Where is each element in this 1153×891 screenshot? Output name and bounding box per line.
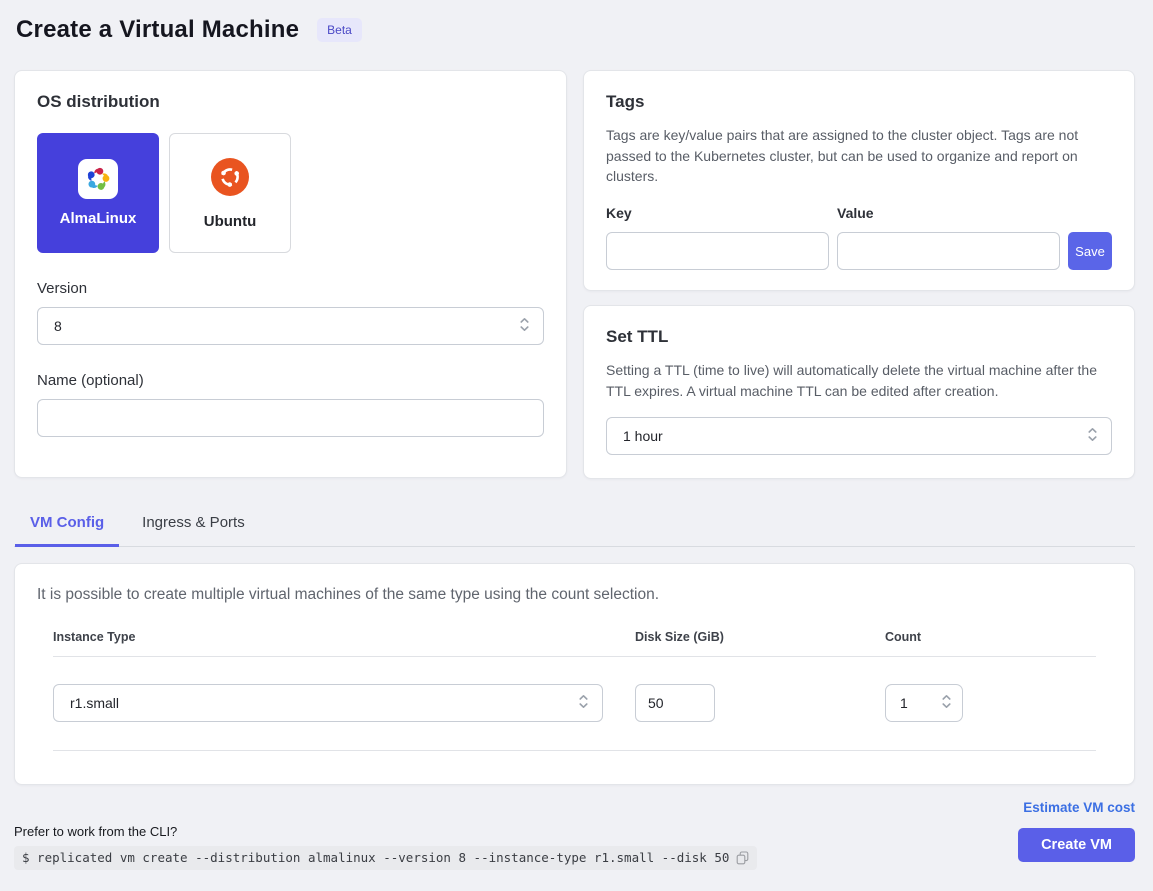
tab-vm-config[interactable]: VM Config (15, 506, 119, 547)
cli-command-text: $ replicated vm create --distribution al… (22, 850, 729, 865)
beta-badge: Beta (317, 18, 362, 42)
os-tile-label: AlmaLinux (60, 210, 137, 227)
ttl-card-title: Set TTL (606, 327, 1112, 347)
save-tag-button[interactable]: Save (1068, 232, 1112, 270)
disk-size-input[interactable] (635, 684, 715, 722)
cli-block: Prefer to work from the CLI? $ replicate… (14, 824, 757, 870)
cli-command-pill: $ replicated vm create --distribution al… (14, 846, 757, 870)
page: Create a Virtual Machine Beta OS distrib… (0, 0, 1153, 870)
column-disk-size: Disk Size (GiB) (635, 630, 885, 644)
tags-description: Tags are key/value pairs that are assign… (606, 125, 1112, 187)
vm-name-input[interactable] (37, 399, 544, 437)
version-label: Version (37, 280, 544, 297)
copy-icon[interactable] (736, 851, 749, 865)
os-tile-almalinux[interactable]: AlmaLinux (37, 133, 159, 253)
instance-type-select[interactable]: r1.small (53, 684, 603, 722)
tag-value-input[interactable] (837, 232, 1060, 270)
vm-config-description: It is possible to create multiple virtua… (37, 586, 1112, 604)
count-stepper[interactable]: 1 (885, 684, 963, 722)
create-vm-button[interactable]: Create VM (1018, 828, 1135, 862)
version-select-value: 8 (54, 318, 62, 334)
footer-actions: Estimate VM cost Create VM (1018, 800, 1135, 870)
set-ttl-card: Set TTL Setting a TTL (time to live) wil… (583, 305, 1135, 479)
footer: Prefer to work from the CLI? $ replicate… (14, 800, 1135, 870)
tag-key-label: Key (606, 205, 829, 221)
ttl-description: Setting a TTL (time to live) will automa… (606, 360, 1112, 401)
right-column: Tags Tags are key/value pairs that are a… (583, 70, 1135, 479)
column-instance-type: Instance Type (53, 630, 635, 644)
tag-value-label: Value (837, 205, 1060, 221)
tag-key-value-row: Key Value Save (606, 205, 1112, 270)
vm-name-label: Name (optional) (37, 372, 544, 389)
chevron-updown-icon (578, 693, 589, 713)
chevron-updown-icon (1087, 426, 1098, 446)
vm-table: Instance Type Disk Size (GiB) Count r1.s… (53, 630, 1096, 751)
page-title: Create a Virtual Machine (16, 16, 299, 44)
tab-ingress-ports[interactable]: Ingress & Ports (127, 506, 260, 546)
version-select[interactable]: 8 (37, 307, 544, 345)
chevron-updown-icon (519, 316, 530, 336)
chevron-updown-icon (941, 693, 952, 713)
column-count: Count (885, 630, 1085, 644)
vm-config-card: It is possible to create multiple virtua… (14, 563, 1135, 785)
os-distribution-card: OS distribution (14, 70, 567, 478)
tags-card-title: Tags (606, 92, 1112, 112)
ttl-select-value: 1 hour (623, 428, 663, 444)
tab-bar: VM Config Ingress & Ports (14, 506, 1135, 547)
os-tile-ubuntu[interactable]: Ubuntu (169, 133, 291, 253)
estimate-vm-cost-link[interactable]: Estimate VM cost (1023, 800, 1135, 815)
tag-key-input[interactable] (606, 232, 829, 270)
top-cards: OS distribution (14, 70, 1135, 479)
vm-table-header: Instance Type Disk Size (GiB) Count (53, 630, 1096, 657)
almalinux-logo-icon (78, 159, 118, 199)
os-card-title: OS distribution (37, 92, 544, 112)
page-header: Create a Virtual Machine Beta (16, 16, 1135, 44)
tags-card: Tags Tags are key/value pairs that are a… (583, 70, 1135, 291)
os-tile-label: Ubuntu (204, 213, 256, 230)
ttl-select[interactable]: 1 hour (606, 417, 1112, 455)
os-tiles: AlmaLinux (37, 133, 544, 253)
count-value: 1 (900, 695, 908, 711)
vm-table-row: r1.small 1 (53, 657, 1096, 751)
cli-prompt: Prefer to work from the CLI? (14, 824, 757, 839)
ubuntu-logo-icon (210, 157, 250, 202)
instance-type-value: r1.small (70, 695, 119, 711)
